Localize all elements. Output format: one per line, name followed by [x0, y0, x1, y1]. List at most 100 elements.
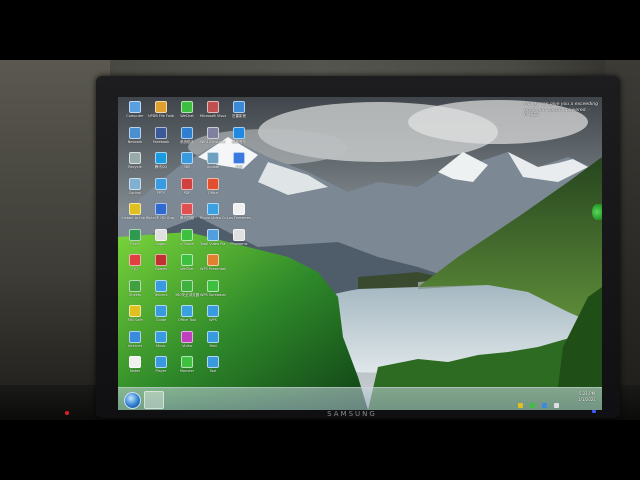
desktop-icon-label: Tencent	[154, 292, 168, 297]
desktop-icon[interactable]: PDF	[174, 177, 200, 195]
desktop-icon-label: WPS Presentation	[200, 267, 226, 271]
system-tray[interactable]	[518, 393, 568, 408]
desktop-screen: Money can give you a exceeding great and…	[118, 97, 602, 410]
desktop-icon[interactable]: PPTV	[148, 177, 174, 195]
app-icon	[155, 254, 167, 266]
desktop-icon[interactable]: 系统助手	[174, 126, 200, 144]
desktop-icon-label: Los Freezeres	[227, 216, 251, 220]
desktop-icon[interactable]: Notes	[122, 356, 148, 373]
desktop-icon-label: UPDB File Folder	[148, 114, 174, 118]
tray-icon-volume[interactable]	[542, 403, 548, 408]
app-icon	[233, 203, 245, 215]
desktop-icon[interactable]: WPS	[200, 305, 226, 322]
app-icon	[181, 305, 193, 317]
taskbar-clock[interactable]: 5:21 PM 1/1/2021	[573, 391, 601, 403]
desktop-icon[interactable]: WPS Spreadsheet	[200, 279, 226, 297]
desktop-icon[interactable]: WeChat	[174, 254, 200, 271]
app-icon	[207, 330, 219, 343]
desktop-icon[interactable]: Win10 Installer	[200, 126, 226, 144]
app-icon	[129, 126, 141, 139]
desktop-icon[interactable]: Phonomix	[226, 228, 252, 246]
app-icon	[207, 356, 219, 368]
desktop-icon[interactable]: 腾讯QQ	[148, 152, 174, 169]
desktop-icon[interactable]: Intel® HD Graphics	[148, 203, 174, 220]
desktop-icon[interactable]: Los Freezeres	[226, 203, 252, 220]
desktop-icon[interactable]: Guide	[148, 305, 174, 322]
desktop-icon[interactable]: Photo Video Converter	[200, 203, 226, 220]
taskbar-app-button[interactable]	[144, 391, 164, 409]
desktop-icon[interactable]: 酷狗音乐	[226, 126, 252, 144]
desktop-icon[interactable]: 360安全浏览器	[174, 279, 200, 297]
letterbox-bottom	[0, 420, 640, 480]
desktop-icon[interactable]: Computer	[122, 101, 148, 118]
desktop-icon-label: Sheets	[129, 292, 141, 297]
desktop-icon[interactable]: 360 Safe	[122, 305, 148, 322]
tray-icon-flag[interactable]	[554, 403, 560, 408]
app-icon	[155, 203, 167, 215]
desktop-icon[interactable]: Video	[174, 330, 200, 348]
desktop-icon[interactable]: Monster	[174, 356, 200, 373]
desktop-icon-label: Notes	[129, 369, 141, 373]
monitor-brand-logo: SAMSUNG	[327, 410, 377, 418]
tray-icon-network[interactable]	[530, 403, 536, 408]
desktop-icon-label: WPS Spreadsheet	[200, 292, 226, 297]
desktop-icon[interactable]: Control	[122, 177, 148, 195]
desktop-icon-label: 360 Safe	[127, 318, 143, 322]
desktop-icon-label: 360	[183, 165, 191, 169]
desktop-icon-label: Network	[127, 139, 143, 144]
desktop-icon[interactable]: Network	[122, 126, 148, 144]
desktop-icon[interactable]: Office	[200, 177, 226, 195]
desktop-icon[interactable]: 360	[174, 152, 200, 169]
app-icon	[129, 279, 141, 292]
desktop-icon[interactable]: u Tunnel	[174, 228, 200, 246]
desktop-icon[interactable]: 百度	[226, 152, 252, 169]
app-icon	[181, 101, 193, 113]
green-sidebar-tab[interactable]	[592, 204, 602, 220]
app-icon	[129, 177, 141, 190]
desktop-icon-label: Music	[156, 343, 166, 348]
desktop-icon-label: 360安全浏览器	[174, 292, 200, 297]
desktop-icon[interactable]: Mail	[200, 330, 226, 348]
desktop-icon[interactable]: Tool	[200, 356, 226, 373]
desktop-icon[interactable]: Player	[148, 356, 174, 373]
desktop-icon[interactable]: Microsoft Visual C++	[200, 101, 226, 118]
desktop-icon[interactable]: QQ	[122, 254, 148, 271]
app-icon	[155, 101, 167, 113]
desktop-icon[interactable]: WPS Presentation	[200, 254, 226, 271]
desktop-icon[interactable]: Tencent	[148, 279, 174, 297]
desktop-icon[interactable]: Sheets	[122, 279, 148, 297]
desktop-icon[interactable]: Sogou	[148, 228, 174, 246]
desktop-icon-label: QQ	[132, 267, 138, 271]
app-icon	[155, 279, 167, 292]
desktop-icon-label: Sogou	[155, 241, 167, 246]
desktop-icon[interactable]: 腾讯视频	[174, 203, 200, 220]
app-icon	[129, 101, 141, 113]
desktop-icon[interactable]: Facebook	[148, 126, 174, 144]
desktop-icon[interactable]: Games	[148, 254, 174, 271]
desktop-icon[interactable]: Office Tool	[174, 305, 200, 322]
desktop-icon-label: Control	[128, 190, 142, 195]
tray-icon-security[interactable]	[518, 403, 523, 408]
desktop-icon[interactable]: Update	[200, 152, 226, 169]
clock-date: 1/1/2021	[578, 397, 596, 402]
desktop-icon-label: Player	[155, 369, 167, 373]
app-icon	[207, 101, 219, 113]
desktop-icon[interactable]: Music	[148, 330, 174, 348]
desktop-icon[interactable]: 迅雷影音	[226, 101, 252, 118]
desktop-icon[interactable]: Total Video Player	[200, 228, 226, 246]
desktop-icon-label: Mail	[209, 343, 217, 348]
wallpaper-quote: Money can give you a exceeding great and…	[524, 102, 598, 118]
app-icon	[207, 152, 219, 164]
desktop-icon[interactable]: UPDB File Folder	[148, 101, 174, 118]
app-icon	[233, 152, 245, 164]
app-icon	[233, 101, 245, 113]
desktop-icon[interactable]: Recycle	[122, 152, 148, 169]
app-icon	[181, 177, 193, 190]
desktop-icon-label: 系统助手	[180, 139, 194, 144]
desktop-icon[interactable]: WeChat	[174, 101, 200, 118]
desktop-icon[interactable]: Excel	[122, 228, 148, 246]
desktop-icon-label: Photo Video Converter	[200, 216, 226, 220]
desktop-icon[interactable]: Internet	[122, 330, 148, 348]
desktop-icon[interactable]: Habbit to the BEN	[122, 203, 148, 220]
start-button[interactable]	[124, 392, 141, 409]
